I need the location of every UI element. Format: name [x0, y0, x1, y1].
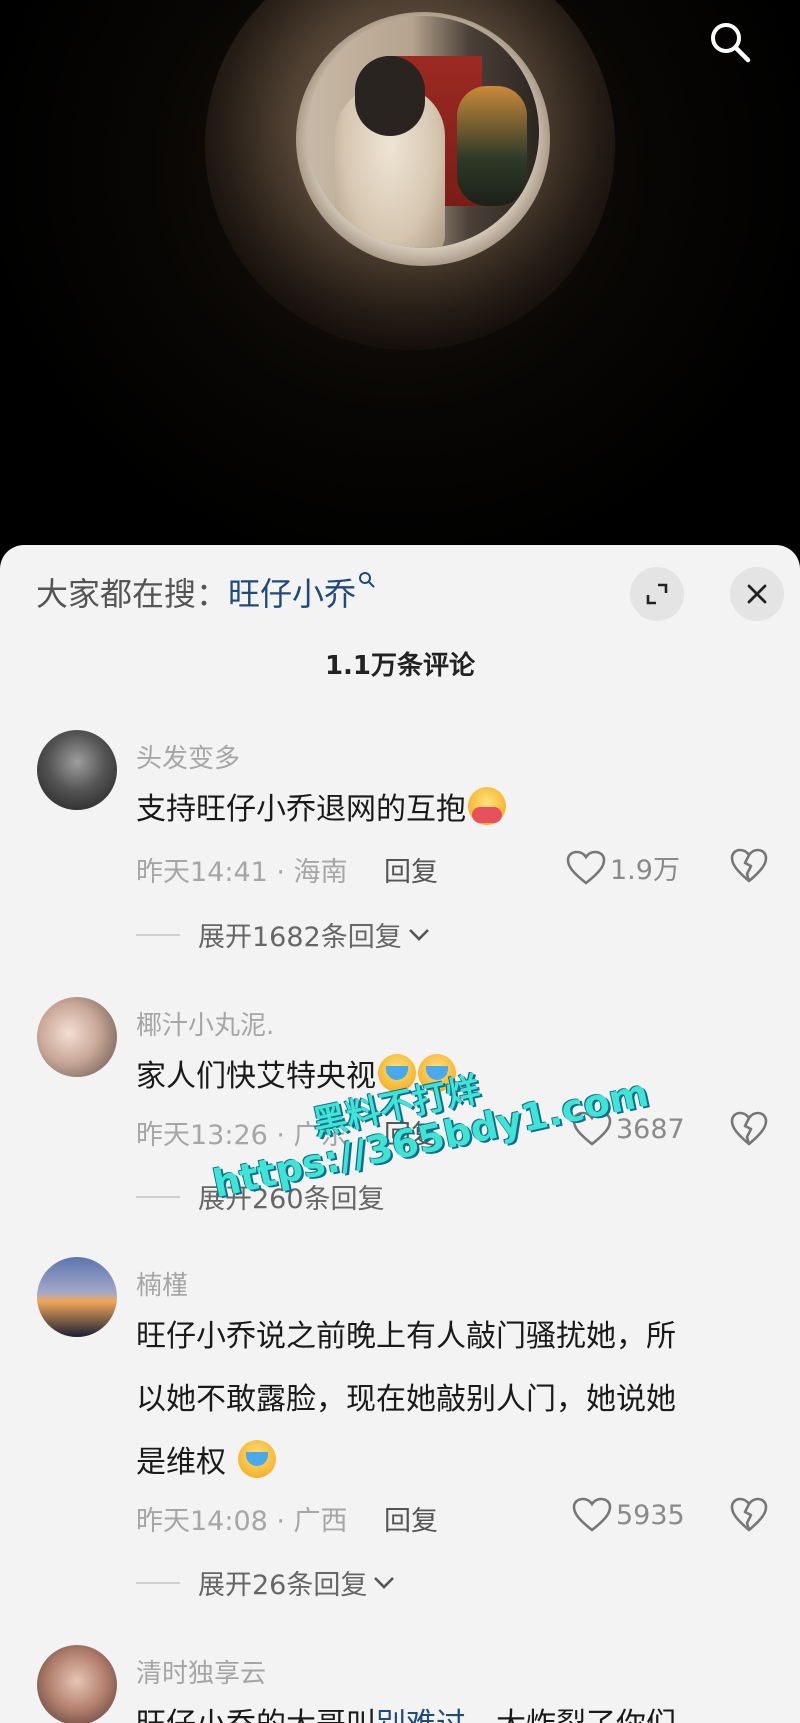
- like-button[interactable]: 5935: [572, 1497, 685, 1533]
- trending-prefix: 大家都在搜：: [36, 575, 229, 613]
- video-player[interactable]: [0, 0, 800, 560]
- like-button[interactable]: 1.9万: [566, 848, 680, 887]
- comment-text-content: 家人们快艾特央视: [136, 1059, 376, 1094]
- like-count: 3687: [616, 1113, 685, 1145]
- comment-time-location: 昨天13:26 · 广东: [136, 1120, 348, 1151]
- expand-icon: [646, 583, 668, 605]
- person-head: [355, 56, 425, 136]
- heart-icon: [566, 850, 606, 885]
- crying-emoji-icon: [418, 1054, 456, 1092]
- broken-heart-icon: [730, 848, 768, 883]
- expand-replies-button[interactable]: 展开26条回复: [136, 1563, 395, 1602]
- person-figure: [457, 86, 527, 206]
- divider-line: [136, 1581, 180, 1584]
- reply-button[interactable]: 回复: [384, 1499, 438, 1538]
- comment-username[interactable]: 清时独享云: [136, 1653, 266, 1690]
- expand-replies-label: 展开1682条回复: [198, 922, 402, 953]
- avatar[interactable]: [37, 1645, 117, 1723]
- avatar[interactable]: [37, 730, 117, 810]
- comment-time-location: 昨天14:08 · 广西: [136, 1506, 348, 1537]
- search-button[interactable]: [700, 12, 760, 72]
- comment-text: 家人们快艾特央视: [136, 1045, 766, 1108]
- crying-emoji-icon: [237, 1440, 276, 1478]
- comment-text: 旺仔小乔的大哥叫别难过，大炸裂了你们: [136, 1693, 766, 1723]
- broken-heart-icon: [730, 1497, 768, 1532]
- dislike-button[interactable]: [730, 1111, 768, 1151]
- comment-text-line: 以她不敢露脸，现在她敲别人门，她说她: [136, 1382, 676, 1417]
- hug-emoji-icon: [468, 787, 506, 825]
- like-count: 1.9万: [610, 855, 680, 886]
- comment-panel: 大家都在搜： 旺仔小乔 1.1万条评论 头发变多 支持旺仔小乔退网的互抱 昨天1…: [0, 545, 800, 1723]
- broken-heart-icon: [730, 1111, 768, 1146]
- expand-replies-button[interactable]: 展开1682条回复: [136, 915, 430, 954]
- chevron-down-icon: [374, 1576, 395, 1589]
- search-small-icon: [358, 571, 376, 594]
- comment-text-end: ，大炸裂了你们: [466, 1707, 676, 1723]
- expand-replies-label: 展开26条回复: [198, 1570, 368, 1601]
- trending-search-bar: 大家都在搜： 旺仔小乔: [36, 567, 376, 617]
- like-button[interactable]: 3687: [572, 1111, 685, 1147]
- like-count: 5935: [616, 1499, 685, 1531]
- peephole-view: [307, 16, 539, 248]
- comment-text-line: 是维权: [136, 1445, 226, 1480]
- heart-icon: [572, 1497, 612, 1532]
- expand-replies-button[interactable]: 展开260条回复: [136, 1177, 385, 1216]
- trending-search-link[interactable]: 旺仔小乔: [228, 569, 356, 615]
- comment-username[interactable]: 头发变多: [136, 738, 240, 775]
- expand-replies-label: 展开260条回复: [198, 1184, 385, 1215]
- comment-time-location: 昨天14:41 · 海南: [136, 857, 348, 888]
- comment-text: 旺仔小乔说之前晚上有人敲门骚扰她，所 以她不敢露脸，现在她敲别人门，她说她 是维…: [136, 1305, 766, 1494]
- reply-button[interactable]: 回复: [384, 1113, 438, 1152]
- comment-username[interactable]: 椰汁小丸泥.: [136, 1005, 274, 1042]
- reply-button[interactable]: 回复: [384, 850, 438, 889]
- chevron-down-icon: [408, 928, 429, 941]
- comment-search-link[interactable]: 别难过: [376, 1707, 466, 1723]
- comment-text-content: 支持旺仔小乔退网的互抱: [136, 792, 466, 827]
- expand-panel-button[interactable]: [630, 567, 684, 621]
- crying-emoji-icon: [378, 1054, 416, 1092]
- close-panel-button[interactable]: [730, 567, 784, 621]
- search-icon: [711, 23, 751, 63]
- heart-icon: [572, 1111, 612, 1146]
- comment-text-line: 旺仔小乔说之前晚上有人敲门骚扰她，所: [136, 1319, 676, 1354]
- dislike-button[interactable]: [730, 848, 768, 888]
- comment-text-start: 旺仔小乔的大哥叫: [136, 1707, 376, 1723]
- divider-line: [136, 933, 180, 936]
- comment-text: 支持旺仔小乔退网的互抱: [136, 778, 766, 841]
- comment-count: 1.1万条评论: [324, 651, 476, 681]
- dislike-button[interactable]: [730, 1497, 768, 1537]
- divider-line: [136, 1195, 180, 1198]
- comment-username[interactable]: 楠槿: [136, 1265, 188, 1302]
- avatar[interactable]: [37, 1257, 117, 1337]
- close-icon: [747, 584, 767, 604]
- avatar[interactable]: [37, 997, 117, 1077]
